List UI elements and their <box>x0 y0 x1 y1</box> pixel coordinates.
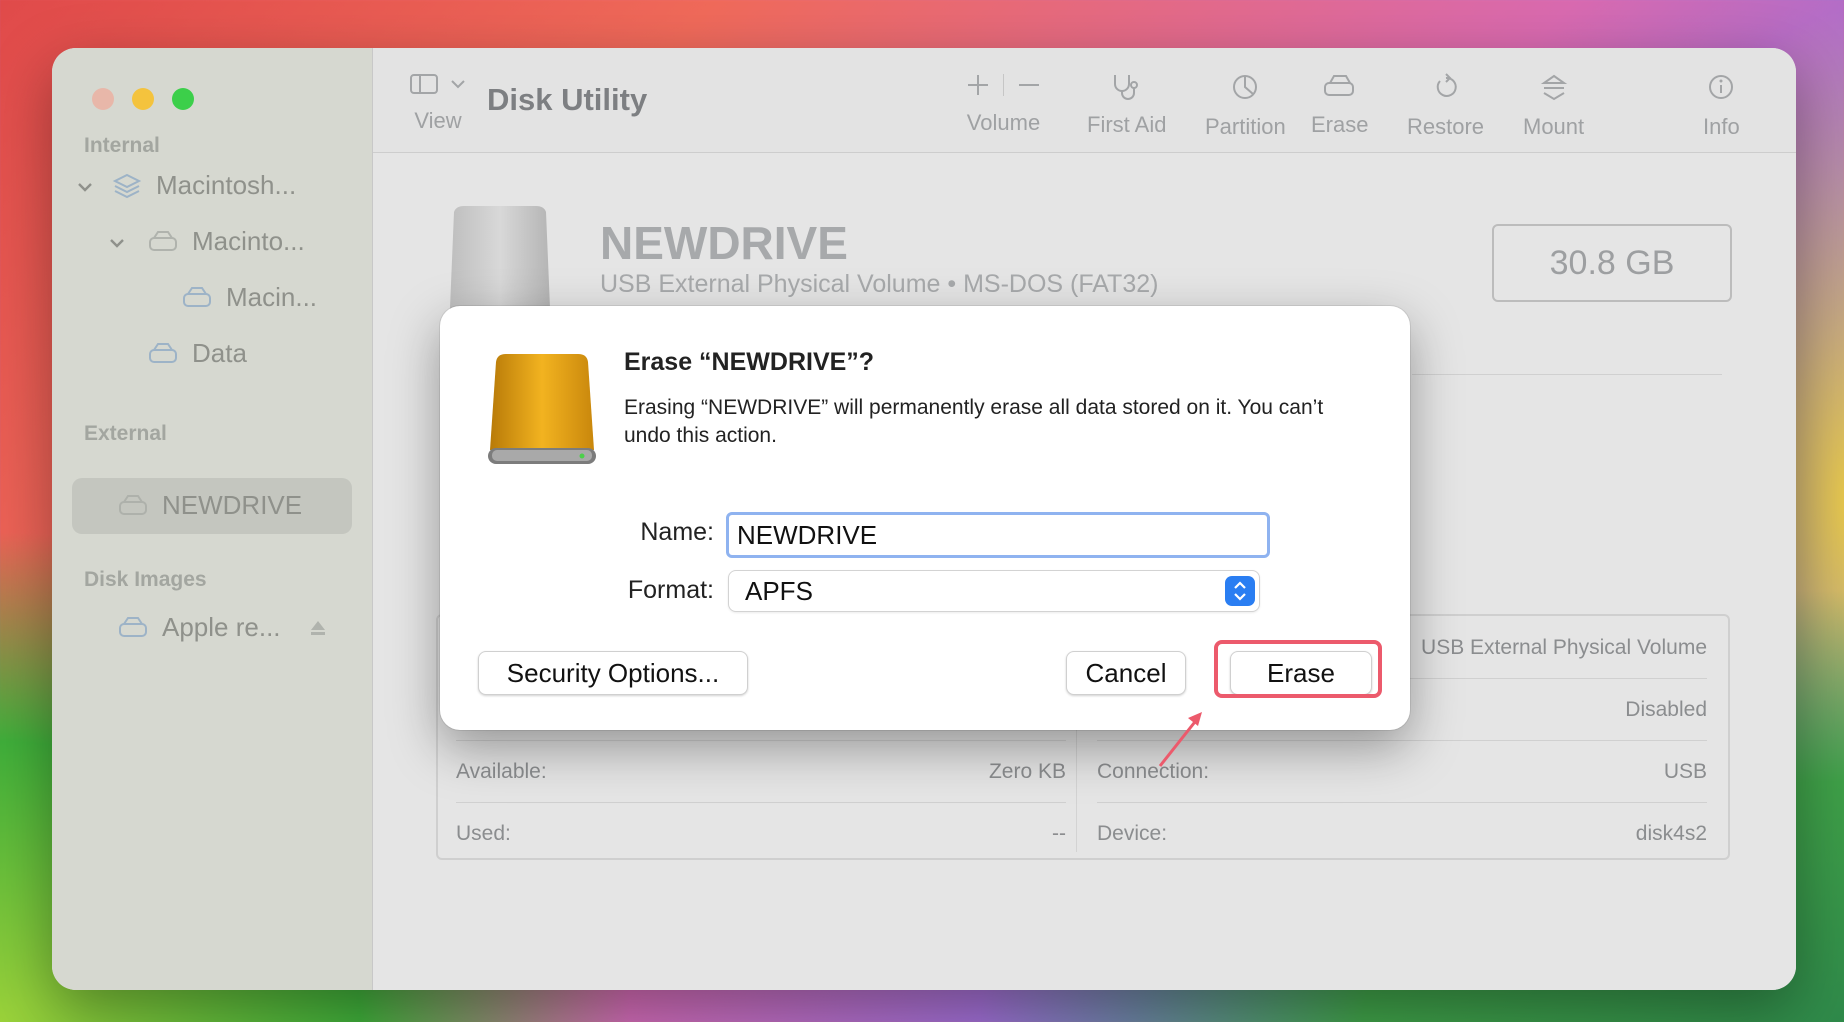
disk-image-icon <box>119 616 147 637</box>
pie-chart-icon <box>1233 75 1258 99</box>
sidebar: Internal Macintosh... Macinto... Macin..… <box>52 48 373 990</box>
drive-title: NEWDRIVE <box>600 217 848 269</box>
sidebar-section-disk-images: Disk Images <box>84 568 207 591</box>
volume-button[interactable]: Volume <box>965 72 1042 136</box>
sidebar-item-label: Macintosh... <box>156 170 297 200</box>
external-drive-gold-icon <box>488 354 596 464</box>
drive-subtitle: USB External Physical Volume • MS-DOS (F… <box>600 270 1159 298</box>
volume-label: Volume <box>966 110 1041 135</box>
sidebar-item-label: Macinto... <box>192 226 305 256</box>
layers-icon <box>112 173 142 198</box>
info-value: -- <box>1052 822 1066 845</box>
stethoscope-icon <box>1113 75 1138 100</box>
sidebar-item-macintosh-snapshot[interactable]: Macin... <box>182 282 317 313</box>
drive-icon <box>149 230 177 251</box>
sidebar-item-apple-disk-image[interactable]: Apple re... <box>118 612 281 643</box>
divider <box>456 802 1066 803</box>
zoom-window-button[interactable] <box>172 88 194 110</box>
close-window-button[interactable] <box>92 88 114 110</box>
minimize-window-button[interactable] <box>132 88 154 110</box>
info-row-used: Used: -- <box>456 822 1066 846</box>
erase-button-highlight <box>1214 640 1382 698</box>
sidebar-section-internal: Internal <box>84 134 160 157</box>
mount-label: Mount <box>1523 114 1585 139</box>
chevron-down-icon[interactable] <box>108 234 126 252</box>
divider <box>1097 802 1707 803</box>
format-field-label: Format: <box>627 576 714 604</box>
erase-toolbar-button[interactable]: Erase <box>1311 72 1368 138</box>
view-button[interactable]: View <box>409 72 467 134</box>
dialog-message: Erasing “NEWDRIVE” will permanently eras… <box>624 396 1324 447</box>
info-row-device: Device: disk4s2 <box>1097 822 1707 846</box>
restore-arrow-icon <box>1436 73 1457 97</box>
info-value: USB External Physical Volume <box>1421 636 1707 659</box>
first-aid-button[interactable]: First Aid <box>1087 72 1166 138</box>
name-input[interactable] <box>726 512 1270 558</box>
sidebar-section-external: External <box>84 422 167 445</box>
partition-button[interactable]: Partition <box>1205 72 1286 140</box>
info-label: Used: <box>456 822 511 845</box>
mount-icon <box>1540 74 1567 101</box>
app-title: Disk Utility <box>487 82 648 117</box>
add-icon <box>968 75 988 95</box>
info-label: Available: <box>456 760 547 783</box>
annotation-arrow-icon <box>1158 712 1202 767</box>
name-field-label: Name: <box>640 518 714 546</box>
up-down-chevron-icon <box>1225 576 1255 606</box>
sidebar-toggle-icon <box>410 74 438 94</box>
view-label: View <box>414 108 462 133</box>
format-select-value: APFS <box>745 575 813 606</box>
sidebar-item-newdrive[interactable]: NEWDRIVE <box>118 490 302 521</box>
chevron-down-icon[interactable] <box>76 178 94 196</box>
erase-drive-icon <box>1323 75 1354 96</box>
info-label: Info <box>1703 114 1740 139</box>
info-value: USB <box>1663 760 1707 783</box>
format-select[interactable]: APFS <box>728 570 1260 612</box>
info-value: Disabled <box>1625 698 1707 721</box>
sidebar-item-label: Apple re... <box>162 612 281 642</box>
sidebar-item-label: NEWDRIVE <box>162 490 303 520</box>
cancel-button[interactable]: Cancel <box>1066 651 1186 695</box>
info-value: Zero KB <box>988 760 1066 783</box>
toolbar: View Disk Utility Volume First Aid Parti… <box>373 48 1796 153</box>
eject-icon[interactable] <box>308 618 328 638</box>
info-label: Device: <box>1097 822 1168 845</box>
first-aid-label: First Aid <box>1087 112 1167 137</box>
sidebar-item-label: Data <box>192 338 247 368</box>
remove-icon <box>1019 84 1039 86</box>
drive-icon <box>183 286 211 307</box>
dialog-title: Erase “NEWDRIVE”? <box>624 348 875 376</box>
sidebar-item-label: Macin... <box>226 282 318 312</box>
restore-button[interactable]: Restore <box>1407 72 1484 140</box>
info-button[interactable]: Info <box>1703 72 1740 140</box>
security-options-button[interactable]: Security Options... <box>478 651 748 695</box>
mount-button[interactable]: Mount <box>1523 72 1584 140</box>
sidebar-item-macintosh-container[interactable]: Macintosh... <box>112 170 296 201</box>
info-icon <box>1709 75 1734 99</box>
partition-label: Partition <box>1205 114 1286 139</box>
drive-icon <box>149 342 177 363</box>
sidebar-item-data[interactable]: Data <box>148 338 247 369</box>
divider <box>1412 374 1722 375</box>
sidebar-item-macintosh-volume[interactable]: Macinto... <box>148 226 305 257</box>
erase-toolbar-label: Erase <box>1311 112 1369 137</box>
restore-label: Restore <box>1407 114 1485 139</box>
external-drive-icon <box>119 494 147 515</box>
info-row-available: Available: Zero KB <box>456 760 1066 784</box>
capacity-badge: 30.8 GB <box>1492 224 1732 302</box>
info-value: disk4s2 <box>1635 822 1707 845</box>
divider <box>456 740 1066 741</box>
chevron-down-icon <box>451 80 465 89</box>
